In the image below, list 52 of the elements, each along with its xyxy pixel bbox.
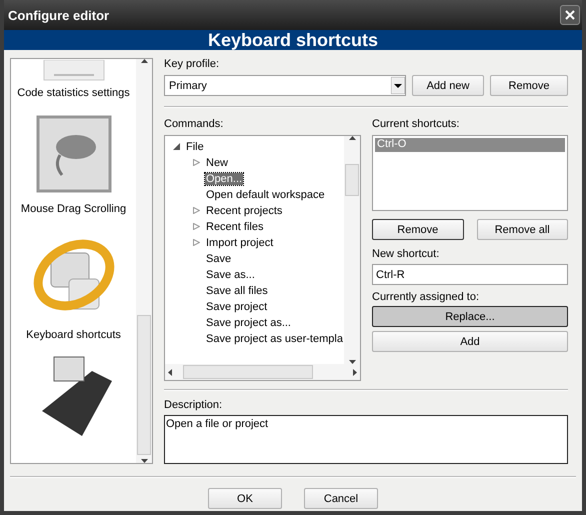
- scrollbar[interactable]: [165, 364, 360, 380]
- expand-icon[interactable]: [193, 238, 200, 246]
- tree-item[interactable]: Open default workspace: [205, 189, 326, 201]
- scroll-up-icon[interactable]: [140, 59, 148, 63]
- scrollbar-thumb[interactable]: [137, 315, 151, 455]
- close-icon[interactable]: [560, 5, 580, 25]
- scrollbar-thumb[interactable]: [183, 365, 313, 379]
- tree-item[interactable]: File: [185, 141, 205, 153]
- add-button[interactable]: Add: [372, 331, 568, 352]
- dropdown-icon: [391, 77, 405, 94]
- sidebar-item[interactable]: Mouse Drag Scrolling: [20, 203, 126, 215]
- tree-item[interactable]: Import project: [205, 237, 274, 249]
- tree-item[interactable]: Save all files: [205, 285, 269, 297]
- field-label: Description:: [164, 399, 224, 411]
- scroll-down-icon[interactable]: [140, 459, 148, 463]
- description-box: Open a file or project: [164, 415, 568, 464]
- tree-item[interactable]: Recent projects: [205, 205, 284, 217]
- page-header: Keyboard shortcuts: [4, 30, 582, 50]
- tree-item[interactable]: Save project as user-templa: [205, 333, 344, 345]
- field-label: Current shortcuts:: [372, 118, 460, 130]
- expand-icon[interactable]: [193, 222, 200, 230]
- tree-item[interactable]: Recent files: [205, 221, 264, 233]
- tree-item[interactable]: Save as...: [205, 269, 256, 281]
- tree-item[interactable]: Open...: [205, 173, 244, 185]
- tree-item[interactable]: New: [205, 157, 230, 169]
- collapse-icon[interactable]: [173, 142, 180, 150]
- scrollbar[interactable]: [344, 136, 360, 364]
- shortcut-button[interactable]: Remove all: [476, 219, 568, 240]
- field-label: Currently assigned to:: [372, 291, 480, 303]
- expand-icon[interactable]: [193, 206, 200, 214]
- scrollbar-thumb[interactable]: [345, 164, 359, 196]
- field-label: Commands:: [164, 118, 224, 130]
- sidebar-item[interactable]: Keyboard shortcuts: [26, 329, 121, 341]
- tree-item[interactable]: Save: [205, 253, 232, 265]
- tree-item[interactable]: Save project: [205, 301, 268, 313]
- shortcut-field[interactable]: Ctrl-R: [372, 264, 568, 285]
- profile-button[interactable]: Remove: [490, 75, 568, 96]
- scroll-up-icon[interactable]: [348, 136, 356, 140]
- window-title: Configure editor: [8, 8, 110, 22]
- profile-dropdown[interactable]: Primary: [164, 75, 406, 96]
- expand-icon[interactable]: [193, 158, 200, 166]
- sidebar-item[interactable]: Code statistics settings: [17, 87, 130, 99]
- field-label: New shortcut:: [372, 248, 440, 260]
- scroll-left-icon[interactable]: [168, 368, 172, 376]
- tree-item[interactable]: Save project as...: [205, 317, 292, 329]
- field-label: Key profile:: [164, 58, 220, 70]
- shortcut-button[interactable]: Remove: [372, 219, 464, 240]
- dialog-button[interactable]: OK: [208, 488, 282, 509]
- scroll-right-icon[interactable]: [353, 368, 357, 376]
- dialog-button[interactable]: Cancel: [304, 488, 378, 509]
- scrollbar[interactable]: [136, 59, 152, 463]
- profile-button[interactable]: Add new: [412, 75, 484, 96]
